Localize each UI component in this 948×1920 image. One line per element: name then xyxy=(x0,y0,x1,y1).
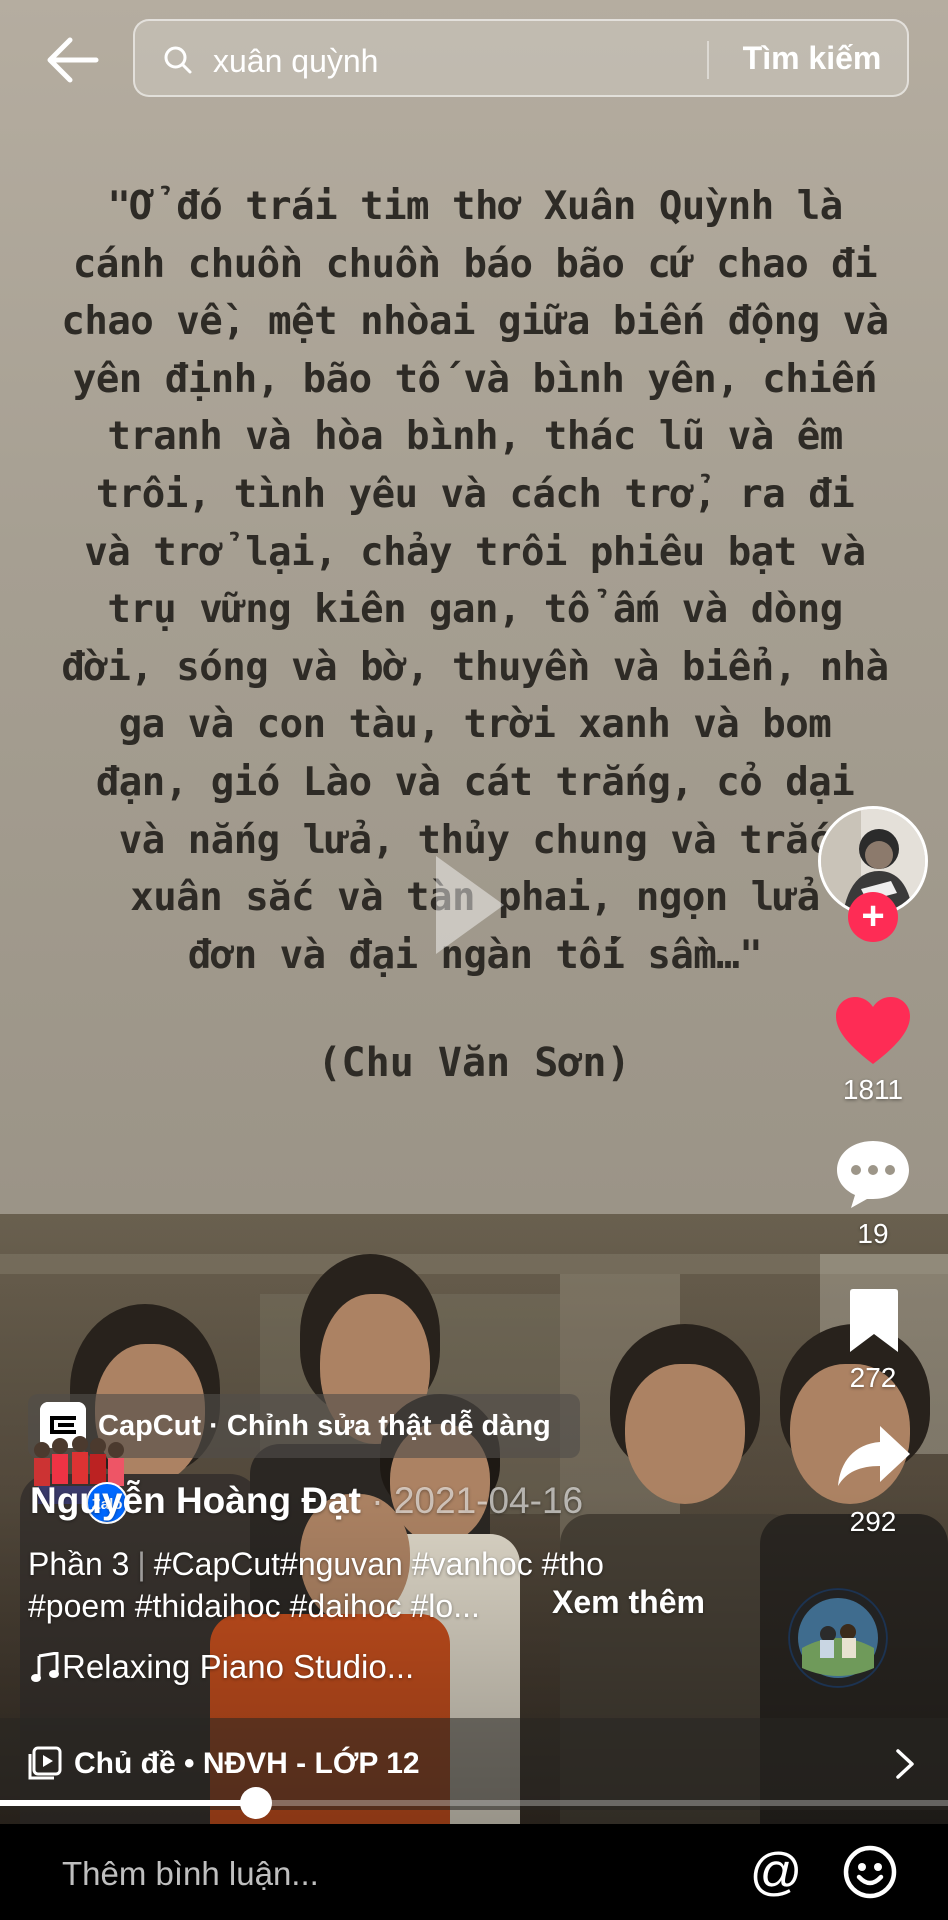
music-info[interactable]: Relaxing Piano Studio... xyxy=(28,1648,414,1686)
bookmark-count: 272 xyxy=(849,1362,897,1393)
search-button[interactable]: Tìm kiếm xyxy=(717,21,907,95)
part-separator: | xyxy=(137,1546,146,1582)
comment-bar: @ xyxy=(0,1824,948,1920)
top-bar: Tìm kiếm xyxy=(0,0,948,110)
search-icon xyxy=(164,46,192,74)
follow-plus-button[interactable]: + xyxy=(848,892,898,942)
video-progress-bar[interactable] xyxy=(0,1787,948,1819)
heart-icon[interactable] xyxy=(834,996,912,1066)
music-title[interactable]: Relaxing Piano Studio... xyxy=(62,1648,414,1685)
video-progress-fill xyxy=(0,1800,256,1806)
music-disc-icon[interactable] xyxy=(788,1588,888,1688)
post-date: · 2021-04-16 xyxy=(360,1480,584,1521)
share-icon[interactable] xyxy=(836,1424,912,1488)
music-note-icon xyxy=(31,1652,59,1682)
back-arrow-icon[interactable] xyxy=(44,32,100,88)
like-count: 1811 xyxy=(842,1074,904,1105)
video-player[interactable]: "Ở đó trái tim thơ Xuân Quỳnh là cánh ch… xyxy=(0,0,948,1832)
see-more-link[interactable]: Xem thêm xyxy=(552,1584,705,1621)
comment-count: 19 xyxy=(857,1218,889,1249)
hashtags-line-2[interactable]: #poem #thidaihoc #daihoc #lo... xyxy=(28,1588,480,1625)
play-icon[interactable] xyxy=(428,850,510,960)
chevron-right-icon[interactable] xyxy=(894,1748,916,1780)
username[interactable]: Nguyễn Hoàng Đạt · 2021-04-16 xyxy=(30,1480,583,1522)
capcut-label: CapCut · Chỉnh sửa thật dễ dàng xyxy=(98,1410,551,1442)
search-divider xyxy=(707,41,709,79)
search-bar[interactable]: Tìm kiếm xyxy=(133,19,909,97)
topic-bar[interactable]: Chủ đề • NĐVH - LỚP 12 xyxy=(0,1718,948,1810)
bookmark-icon[interactable] xyxy=(846,1288,902,1354)
share-count: 292 xyxy=(849,1506,897,1537)
hashtags-line-1[interactable]: #CapCut#nguvan #vanhoc #tho xyxy=(154,1546,604,1582)
playlist-icon xyxy=(28,1746,62,1780)
emoji-icon[interactable] xyxy=(840,1842,900,1902)
username-text[interactable]: Nguyễn Hoàng Đạt xyxy=(30,1480,361,1521)
quote-author: (Chu Văn Sơn) xyxy=(317,1040,631,1086)
part-label: Phần 3 xyxy=(28,1546,130,1582)
description-line-1: Phần 3 | #CapCut#nguvan #vanhoc #tho xyxy=(28,1546,604,1583)
comment-input[interactable] xyxy=(60,1848,704,1900)
video-progress-handle[interactable] xyxy=(239,1787,272,1819)
mention-icon[interactable]: @ xyxy=(746,1842,806,1902)
comment-icon[interactable] xyxy=(834,1138,912,1210)
